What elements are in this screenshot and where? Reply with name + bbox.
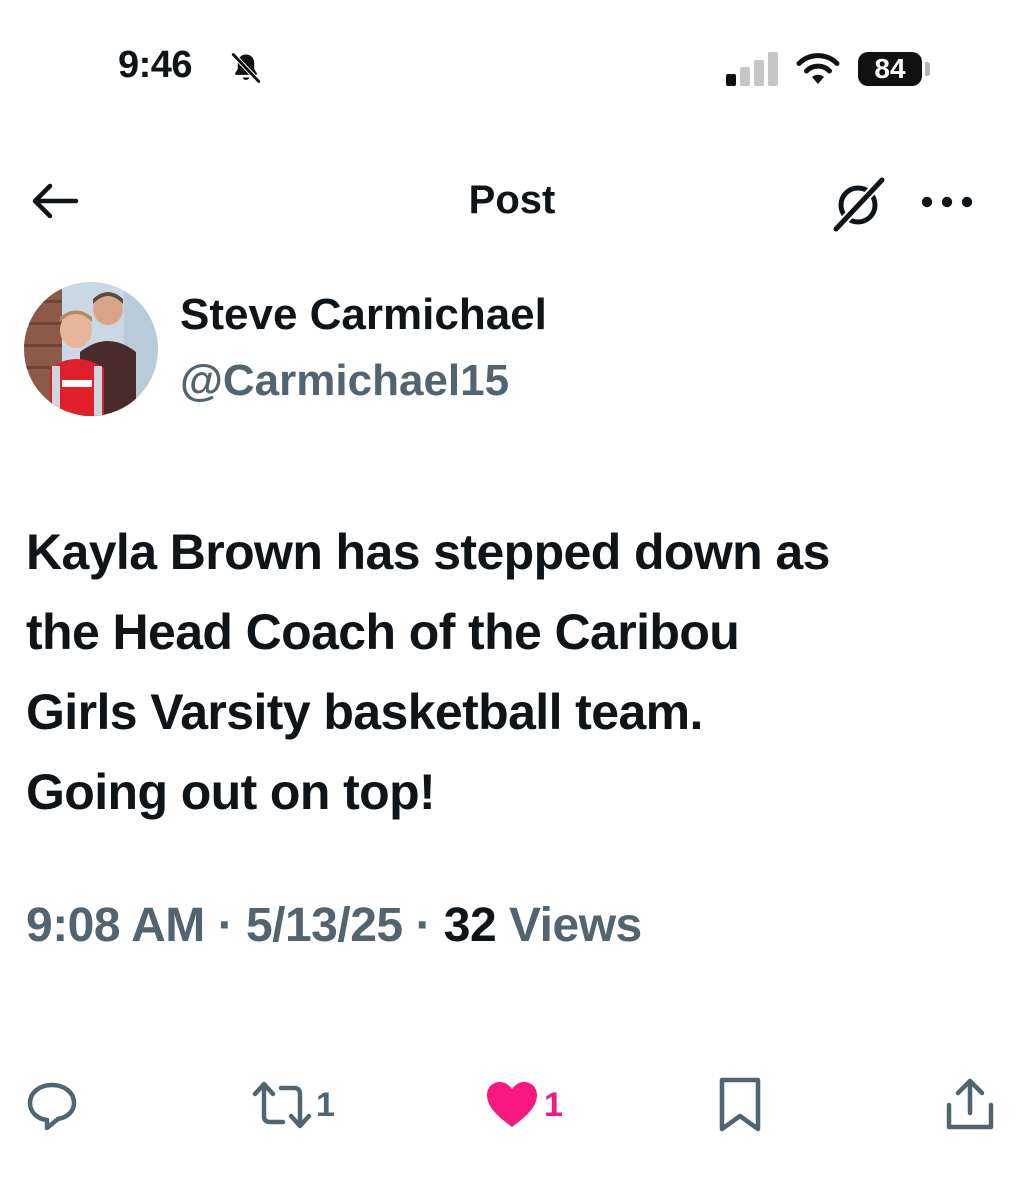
repost-button[interactable]: 1: [252, 1070, 335, 1140]
battery-cap: [925, 62, 930, 76]
reply-icon: [27, 1082, 77, 1131]
like-count: 1: [544, 1085, 563, 1124]
repost-count: 1: [316, 1085, 335, 1124]
bookmark-button[interactable]: [716, 1070, 764, 1140]
cellular-signal-icon: [726, 52, 778, 86]
meta-separator: ·: [217, 899, 234, 952]
wifi-icon: [796, 53, 840, 84]
share-icon: [946, 1078, 994, 1130]
like-button[interactable]: 1: [484, 1070, 563, 1140]
status-bar: 9:46 84: [0, 0, 1024, 140]
author-name[interactable]: Steve Carmichael: [180, 290, 547, 340]
repost-icon: [252, 1081, 312, 1129]
post-header: Post: [0, 160, 1024, 240]
grok-icon: [832, 176, 886, 233]
post-meta: 9:08 AM · 5/13/25 · 32 Views: [26, 898, 642, 953]
share-button[interactable]: [944, 1070, 996, 1140]
meta-separator: ·: [415, 899, 431, 952]
more-button[interactable]: [912, 180, 982, 224]
more-icon: [921, 196, 973, 208]
avatar[interactable]: [24, 282, 158, 416]
battery-icon: 84: [858, 52, 922, 86]
status-time: 9:46: [118, 44, 193, 86]
bell-slash-icon: [231, 52, 261, 84]
views-count[interactable]: 32: [444, 899, 497, 952]
avatar-photo: [24, 282, 158, 416]
like-icon: [487, 1082, 537, 1127]
post-text: Kayla Brown has stepped down as the Head…: [26, 524, 830, 820]
views-label[interactable]: Views: [509, 899, 642, 952]
bookmark-icon: [719, 1077, 761, 1132]
post-date[interactable]: 5/13/25: [246, 899, 403, 952]
author-handle[interactable]: @Carmichael15: [180, 356, 509, 406]
post-time[interactable]: 9:08 AM: [26, 899, 205, 952]
grok-button[interactable]: [826, 172, 890, 236]
reply-button[interactable]: [24, 1070, 84, 1140]
battery-level: 84: [874, 53, 906, 84]
action-bar: 1 1: [0, 1070, 1024, 1140]
